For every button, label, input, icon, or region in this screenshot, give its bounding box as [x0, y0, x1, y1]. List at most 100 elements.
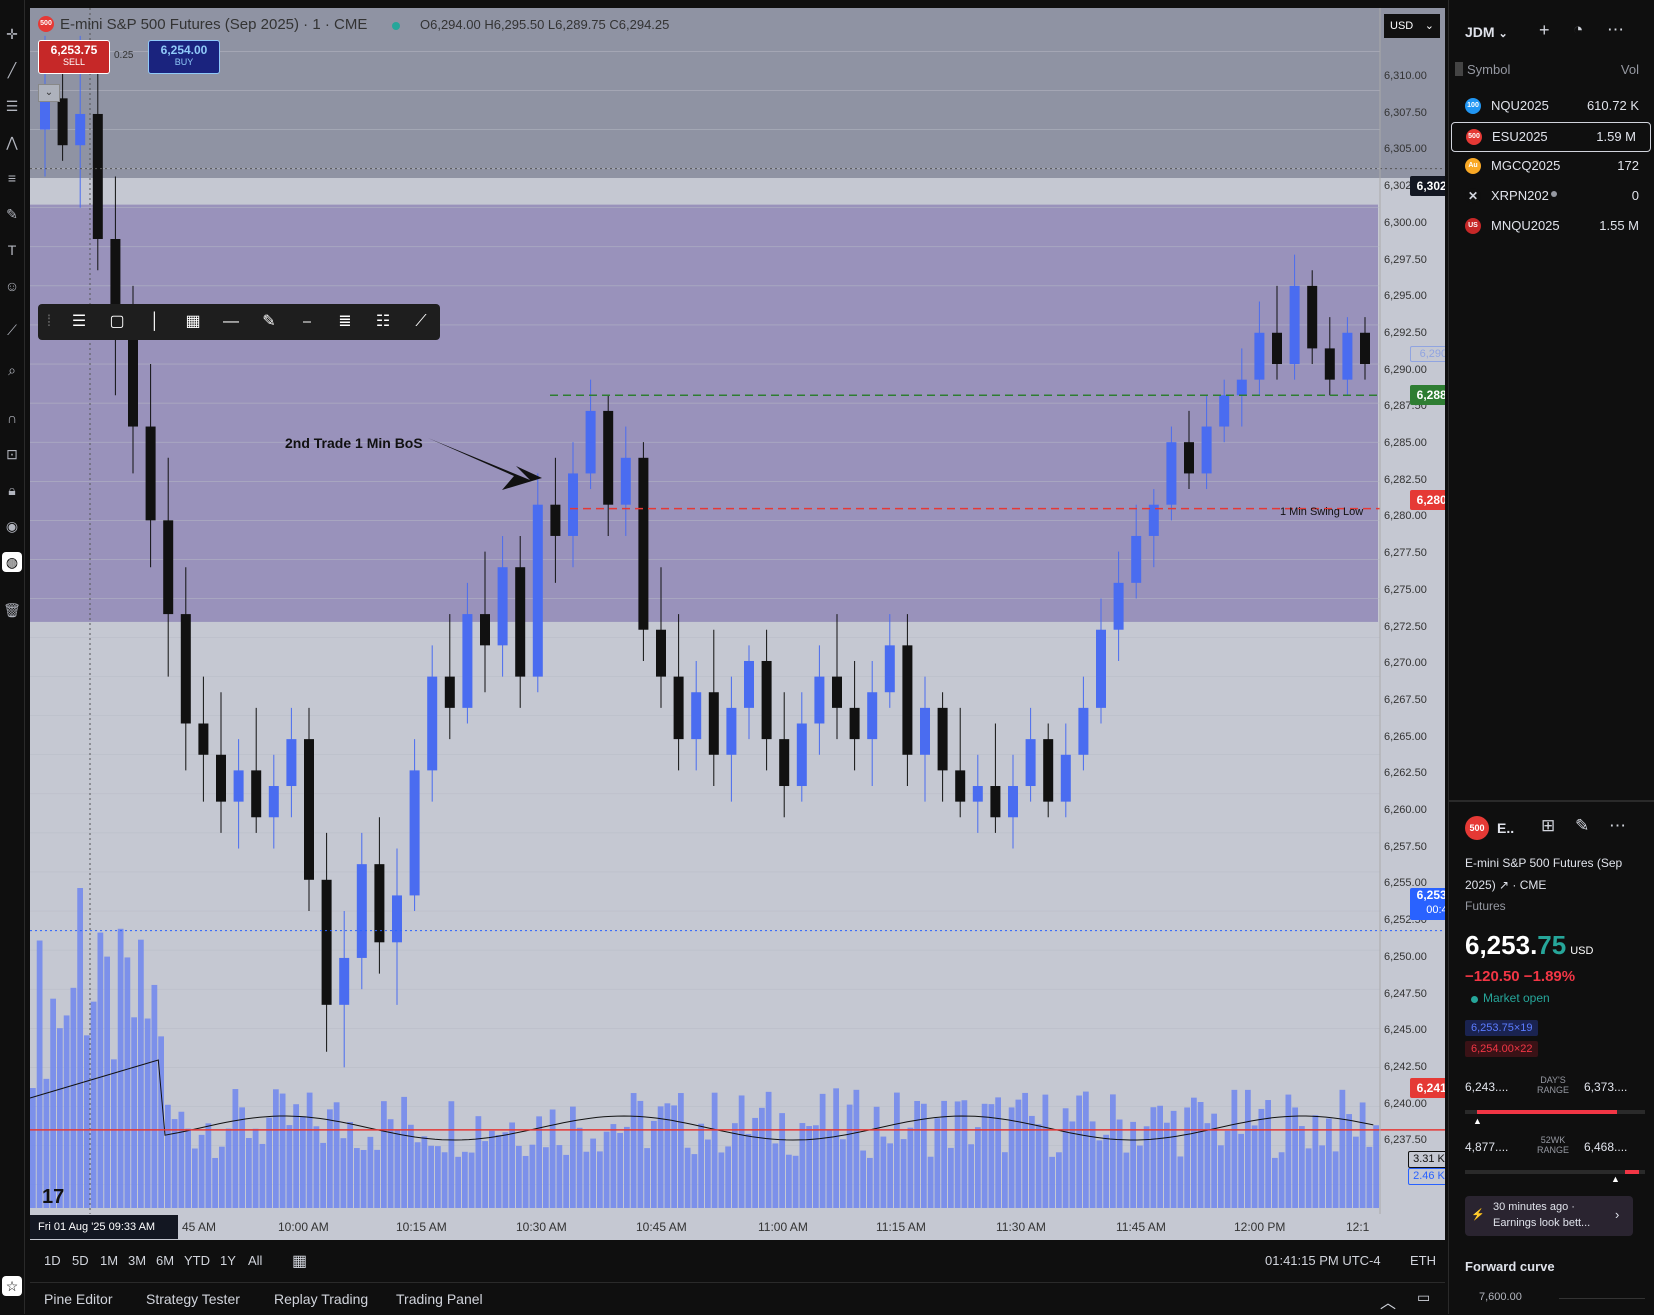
horizontal-line-icon[interactable]: ⎯	[290, 304, 324, 340]
column-resize-handle[interactable]	[1455, 62, 1463, 76]
swing-low-annotation[interactable]: 1 Min Swing Low	[1280, 506, 1363, 518]
timeframe-button[interactable]: 5D	[72, 1253, 89, 1268]
add-symbol-icon[interactable]: +	[1539, 20, 1550, 41]
volume-bar	[576, 1127, 583, 1208]
timeframe-button[interactable]: YTD	[184, 1253, 210, 1268]
ruler-icon[interactable]: ⟋	[2, 320, 22, 340]
lines-icon[interactable]: ☰	[62, 304, 96, 340]
text-icon[interactable]: T	[2, 240, 22, 260]
details-exchange[interactable]: 2025) ↗ · CME	[1465, 878, 1546, 892]
pen-icon[interactable]: ✎	[252, 304, 286, 340]
forecast-icon[interactable]: ≡	[2, 168, 22, 188]
pattern-icon[interactable]: ⋀	[2, 132, 22, 152]
volume-bar	[1164, 1122, 1170, 1208]
volume-bar	[725, 1146, 731, 1208]
volume-bar	[327, 1109, 333, 1208]
more-icon[interactable]: ⋯	[1609, 816, 1626, 836]
volume-bar	[279, 1093, 286, 1208]
emoji-icon[interactable]: ☺	[2, 276, 22, 296]
collapse-legend-button[interactable]: ⌄	[38, 84, 60, 102]
more-icon[interactable]: ⋯	[1607, 20, 1624, 40]
volume-bar	[684, 1147, 691, 1208]
fib-icon[interactable]: ☰	[2, 96, 22, 116]
star-icon[interactable]: ☆	[2, 1276, 22, 1296]
clock[interactable]: 01:41:15 PM UTC-4	[1265, 1253, 1381, 1268]
tradingview-logo-icon[interactable]: 17	[42, 1186, 64, 1209]
candle-body	[1360, 332, 1370, 365]
watchlist-row[interactable]: ✕ XRPN202 0	[1449, 182, 1654, 210]
watchlist-row[interactable]: 100 NQU2025 610.72 K	[1449, 92, 1654, 120]
volume-bar	[1197, 1101, 1204, 1208]
volume-bar	[401, 1096, 407, 1208]
maximize-panel-icon[interactable]: ▭	[1417, 1289, 1430, 1306]
symbol-name: ESU2025	[1492, 129, 1548, 144]
timeframe-button[interactable]: All	[248, 1253, 262, 1268]
watchlist-row[interactable]: Au MGCQ2025 172	[1449, 152, 1654, 180]
session-toggle[interactable]: ETH	[1410, 1253, 1436, 1268]
symbol-volume: 0	[1631, 188, 1639, 203]
watchlist-row[interactable]: US MNQU2025 1.55 M	[1449, 212, 1654, 240]
trash-icon[interactable]: 🗑︎	[2, 600, 22, 620]
bar-countdown: 00:44	[1426, 904, 1445, 916]
edit-icon[interactable]: ✎	[1575, 816, 1589, 836]
timeframe-button[interactable]: 1Y	[220, 1253, 236, 1268]
day-range-marker-icon: ▲	[1473, 1116, 1482, 1126]
chart-area[interactable]: 500 E-mini S&P 500 Futures (Sep 2025) · …	[30, 8, 1445, 1240]
volume-bar	[678, 1093, 684, 1208]
news-headline: Earnings look bett...	[1493, 1217, 1591, 1229]
volume-bar	[90, 1001, 97, 1208]
collapse-panel-icon[interactable]: ︿	[1380, 1289, 1396, 1313]
volume-bar	[482, 1141, 488, 1208]
tab-trading-panel[interactable]: Trading Panel	[396, 1291, 483, 1307]
drag-handle-icon[interactable]: ⁞	[42, 304, 56, 340]
eye-icon[interactable]: ◉	[2, 516, 22, 536]
zoom-icon[interactable]: ⌕	[2, 360, 22, 380]
timeframe-button[interactable]: 6M	[156, 1253, 174, 1268]
trade-annotation[interactable]: 2nd Trade 1 Min BoS	[285, 435, 423, 451]
grid-icon[interactable]: ▦	[176, 304, 210, 340]
calendar-icon[interactable]: ▦	[292, 1251, 307, 1271]
sell-button[interactable]: 6,253.75 SELL	[38, 40, 110, 74]
volume-bar	[367, 1136, 374, 1208]
watchlist-row-selected[interactable]: 500 ESU2025 1.59 M	[1451, 122, 1651, 152]
news-card[interactable]: ⚡ 30 minutes ago · Earnings look bett...…	[1465, 1196, 1633, 1236]
time-tick-label: 10:45 AM	[636, 1220, 687, 1234]
timeframe-button[interactable]: 1D	[44, 1253, 61, 1268]
candle-body	[1201, 426, 1212, 474]
candle-body	[673, 676, 684, 740]
horizontal-ray-icon[interactable]: —	[214, 304, 248, 340]
vertical-line-icon[interactable]: │	[138, 304, 172, 340]
parallel-channel-icon[interactable]: ≣	[328, 304, 362, 340]
lightning-icon: ⚡	[1471, 1209, 1485, 1221]
lock-icon[interactable]: 🔒︎	[2, 480, 22, 500]
price-tick-label: 6,250.00	[1384, 950, 1427, 963]
sell-price: 6,253.75	[50, 43, 98, 57]
crosshair-icon[interactable]: ✛	[2, 24, 22, 44]
volume-bar	[1346, 1114, 1352, 1208]
lock-drawing-icon[interactable]: ⊡	[2, 444, 22, 464]
tab-strategy-tester[interactable]: Strategy Tester	[146, 1291, 240, 1307]
price-tick-label: 6,282.50	[1384, 473, 1427, 486]
grid-view-icon[interactable]: ⊞	[1541, 816, 1555, 836]
volume-bar	[36, 940, 43, 1208]
buy-button[interactable]: 6,254.00 BUY	[148, 40, 220, 74]
chart-title[interactable]: E-mini S&P 500 Futures (Sep 2025) · 1 · …	[60, 16, 367, 33]
rectangle-icon[interactable]: ▢	[100, 304, 134, 340]
col-vol-header[interactable]: Vol	[1621, 62, 1639, 77]
watchlist-name[interactable]: JDM ⌄	[1465, 24, 1508, 40]
fib-levels-icon[interactable]: ☷	[366, 304, 400, 340]
col-symbol-header[interactable]: Symbol	[1467, 62, 1510, 77]
trend-angle-icon[interactable]: ⟋	[404, 304, 438, 340]
details-short-name[interactable]: E..	[1497, 820, 1514, 836]
brush-icon[interactable]: ✎	[2, 204, 22, 224]
alerts-icon[interactable]: ◔	[1573, 20, 1583, 40]
volume-bar	[948, 1147, 954, 1208]
trendline-icon[interactable]: ╱	[2, 60, 22, 80]
tab-pine-editor[interactable]: Pine Editor	[44, 1291, 112, 1307]
panel-divider[interactable]	[1449, 800, 1654, 802]
globe-icon[interactable]: ◍	[2, 552, 22, 572]
tab-replay-trading[interactable]: Replay Trading	[274, 1291, 368, 1307]
timeframe-button[interactable]: 1M	[100, 1253, 118, 1268]
magnet-icon[interactable]: ∩	[2, 408, 22, 428]
timeframe-button[interactable]: 3M	[128, 1253, 146, 1268]
